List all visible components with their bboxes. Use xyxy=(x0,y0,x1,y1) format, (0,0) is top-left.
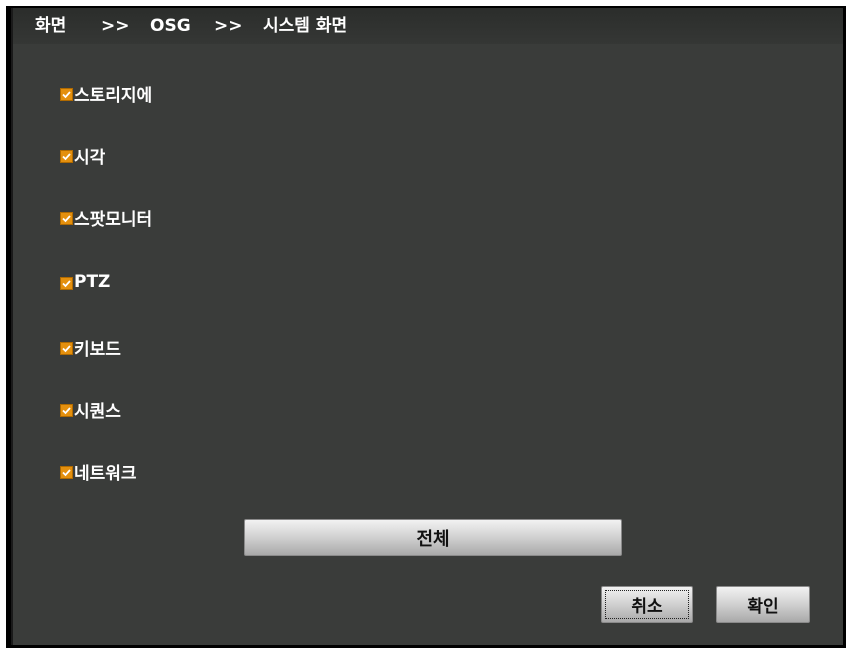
option-label: 키보드 xyxy=(74,340,121,360)
option-label: 스토리지에 xyxy=(74,86,153,106)
checkbox-checked-icon[interactable] xyxy=(60,342,73,355)
option-time[interactable]: 시각 xyxy=(60,143,105,168)
option-storage[interactable]: 스토리지에 xyxy=(60,81,152,106)
checkbox-checked-icon[interactable] xyxy=(60,404,73,417)
breadcrumb: 화면 >> OSG >> 시스템 화면 xyxy=(13,8,843,44)
checkbox-checked-icon[interactable] xyxy=(60,88,73,101)
cancel-button[interactable]: 취소 xyxy=(601,586,693,623)
option-ptz[interactable]: PTZ xyxy=(60,272,110,292)
breadcrumb-separator: >> xyxy=(101,16,130,36)
option-label: 스팟모니터 xyxy=(74,210,153,230)
option-label: 네트워크 xyxy=(74,464,137,484)
select-all-button[interactable]: 전체 xyxy=(244,519,622,556)
checkbox-checked-icon[interactable] xyxy=(60,212,73,225)
breadcrumb-system-screen: 시스템 화면 xyxy=(263,16,348,36)
option-label: 시퀀스 xyxy=(74,402,121,422)
option-label: PTZ xyxy=(74,272,111,292)
option-sequence[interactable]: 시퀀스 xyxy=(60,397,121,422)
confirm-button[interactable]: 확인 xyxy=(716,586,810,623)
option-network[interactable]: 네트워크 xyxy=(60,459,137,484)
breadcrumb-separator: >> xyxy=(214,16,243,36)
osg-system-screen-panel: 화면 >> OSG >> 시스템 화면 스토리지에 시각 스팟모니터 PTZ 키… xyxy=(11,8,843,645)
checkbox-checked-icon[interactable] xyxy=(60,276,73,290)
option-spot-monitor[interactable]: 스팟모니터 xyxy=(60,205,152,230)
option-keyboard[interactable]: 키보드 xyxy=(60,335,121,360)
breadcrumb-osg: OSG xyxy=(150,16,191,36)
checkbox-checked-icon[interactable] xyxy=(60,466,73,479)
breadcrumb-screen: 화면 xyxy=(35,16,67,36)
option-label: 시각 xyxy=(74,148,106,168)
checkbox-checked-icon[interactable] xyxy=(60,150,73,163)
